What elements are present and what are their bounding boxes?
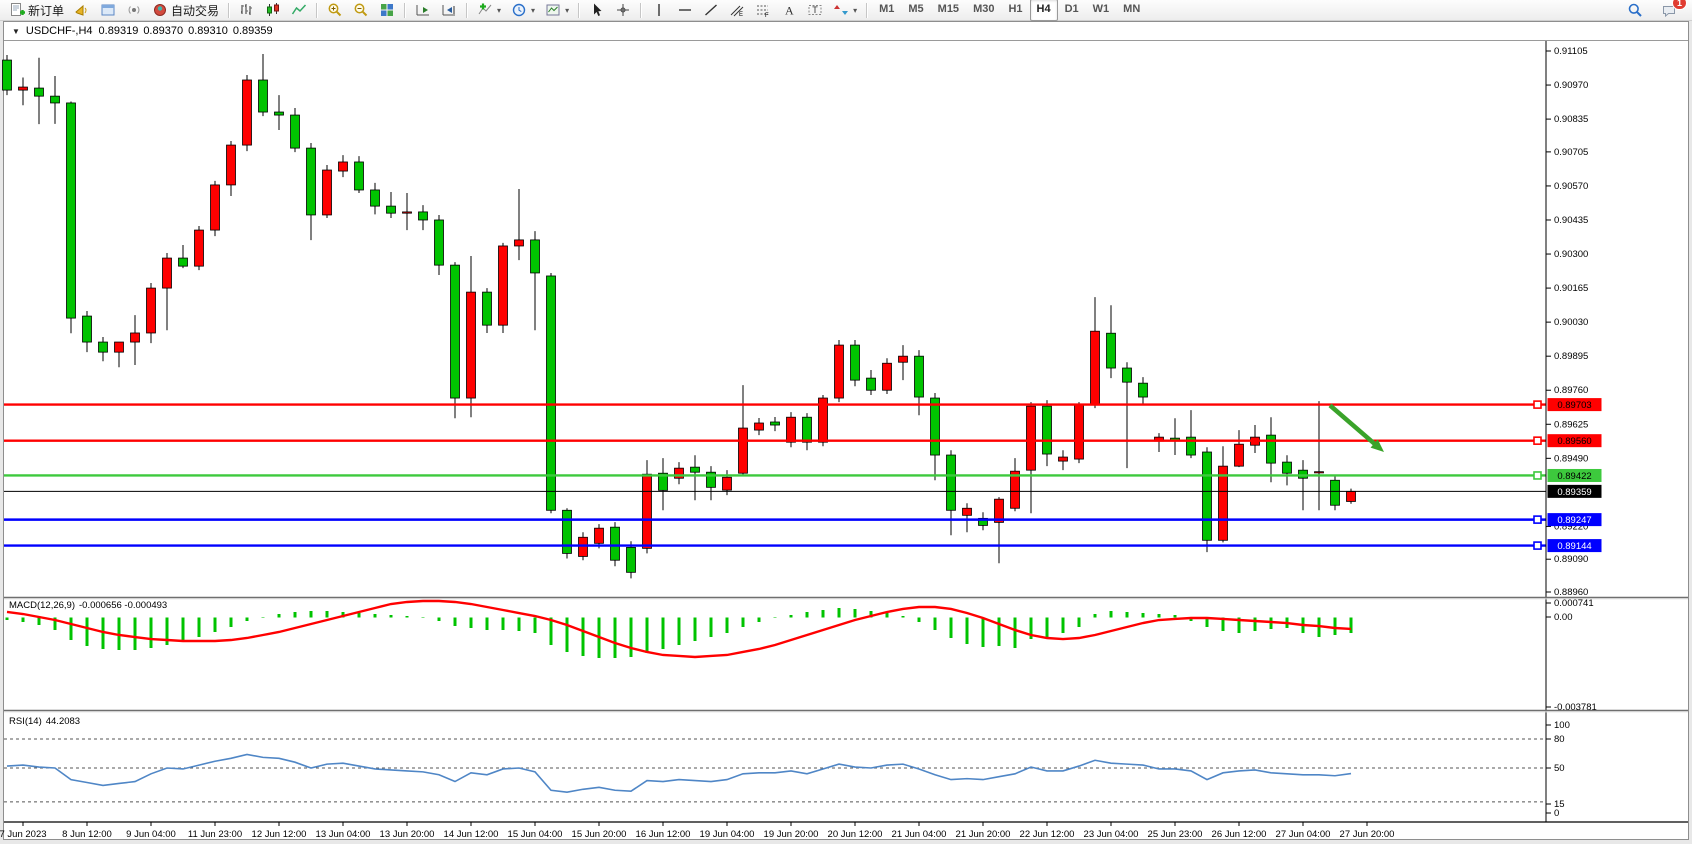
svg-text:50: 50: [1554, 763, 1565, 774]
ohlc-high: 0.89370: [143, 25, 183, 37]
svg-text:16 Jun 12:00: 16 Jun 12:00: [636, 829, 691, 840]
ohlc-open: 0.89319: [99, 25, 139, 37]
svg-text:0.90030: 0.90030: [1554, 317, 1588, 328]
svg-text:-0.003781: -0.003781: [1554, 702, 1597, 713]
svg-text:0.89625: 0.89625: [1554, 419, 1588, 430]
svg-text:21 Jun 04:00: 21 Jun 04:00: [892, 829, 947, 840]
svg-text:0.90705: 0.90705: [1554, 147, 1588, 158]
svg-text:8 Jun 12:00: 8 Jun 12:00: [62, 829, 112, 840]
chart-symbol-title: USDCHF-,H4: [26, 25, 93, 37]
svg-text:100: 100: [1554, 720, 1570, 731]
svg-text:7 Jun 2023: 7 Jun 2023: [0, 829, 47, 840]
svg-text:21 Jun 20:00: 21 Jun 20:00: [956, 829, 1011, 840]
svg-text:0.89422: 0.89422: [1557, 471, 1591, 482]
ohlc-close: 0.89359: [233, 25, 273, 37]
svg-text:0.89703: 0.89703: [1557, 400, 1591, 411]
svg-text:0.90970: 0.90970: [1554, 80, 1588, 91]
rsi-value: 44.2083: [46, 716, 80, 727]
svg-text:20 Jun 12:00: 20 Jun 12:00: [828, 829, 883, 840]
svg-text:23 Jun 04:00: 23 Jun 04:00: [1084, 829, 1139, 840]
svg-text:15 Jun 04:00: 15 Jun 04:00: [508, 829, 563, 840]
ohlc-low: 0.89310: [188, 25, 228, 37]
macd-values: -0.000656 -0.000493: [79, 600, 167, 611]
svg-text:0.89359: 0.89359: [1557, 487, 1591, 498]
svg-text:0.89247: 0.89247: [1557, 515, 1591, 526]
svg-text:0.91105: 0.91105: [1554, 46, 1588, 57]
chart-menu-icon[interactable]: ▼: [12, 27, 20, 36]
rsi-indicator-label: RSI(14) 44.2083: [9, 716, 84, 727]
svg-text:0.000741: 0.000741: [1554, 598, 1594, 609]
macd-indicator-label: MACD(12,26,9) -0.000656 -0.000493: [9, 600, 171, 611]
svg-text:0.90435: 0.90435: [1554, 215, 1588, 226]
svg-text:0.89490: 0.89490: [1554, 453, 1588, 464]
macd-name: MACD(12,26,9): [9, 600, 75, 611]
svg-text:13 Jun 04:00: 13 Jun 04:00: [316, 829, 371, 840]
svg-text:0: 0: [1554, 808, 1559, 819]
svg-text:80: 80: [1554, 734, 1565, 745]
svg-text:0.90570: 0.90570: [1554, 181, 1588, 192]
svg-text:0.90165: 0.90165: [1554, 283, 1588, 294]
svg-text:0.89090: 0.89090: [1554, 554, 1588, 565]
svg-text:0.90300: 0.90300: [1554, 249, 1588, 260]
svg-text:27 Jun 04:00: 27 Jun 04:00: [1276, 829, 1331, 840]
svg-text:0.88960: 0.88960: [1554, 587, 1588, 598]
svg-text:9 Jun 04:00: 9 Jun 04:00: [126, 829, 176, 840]
svg-text:0.89144: 0.89144: [1557, 541, 1591, 552]
rsi-name: RSI(14): [9, 716, 42, 727]
svg-text:19 Jun 20:00: 19 Jun 20:00: [764, 829, 819, 840]
svg-text:0.00: 0.00: [1554, 612, 1573, 623]
svg-text:0.89895: 0.89895: [1554, 351, 1588, 362]
chart-ohlc-values: 0.89319 0.89370 0.89310 0.89359: [99, 25, 278, 37]
svg-text:0.90835: 0.90835: [1554, 114, 1588, 125]
svg-text:25 Jun 23:00: 25 Jun 23:00: [1148, 829, 1203, 840]
svg-text:26 Jun 12:00: 26 Jun 12:00: [1212, 829, 1267, 840]
svg-text:22 Jun 12:00: 22 Jun 12:00: [1020, 829, 1075, 840]
svg-text:0.89560: 0.89560: [1557, 436, 1591, 447]
svg-text:0.89760: 0.89760: [1554, 385, 1588, 396]
svg-text:19 Jun 04:00: 19 Jun 04:00: [700, 829, 755, 840]
chart-title-bar[interactable]: ▼ USDCHF-,H4 0.89319 0.89370 0.89310 0.8935…: [4, 22, 1688, 41]
svg-text:14 Jun 12:00: 14 Jun 12:00: [444, 829, 499, 840]
chart-canvas[interactable]: 0.91105 0.90970 0.90835 0.90705 0.90570 0.904…: [0, 0, 1692, 844]
svg-text:13 Jun 20:00: 13 Jun 20:00: [380, 829, 435, 840]
svg-text:11 Jun 23:00: 11 Jun 23:00: [188, 829, 242, 840]
svg-text:12 Jun 12:00: 12 Jun 12:00: [252, 829, 307, 840]
svg-text:27 Jun 20:00: 27 Jun 20:00: [1340, 829, 1395, 840]
svg-text:15 Jun 20:00: 15 Jun 20:00: [572, 829, 627, 840]
